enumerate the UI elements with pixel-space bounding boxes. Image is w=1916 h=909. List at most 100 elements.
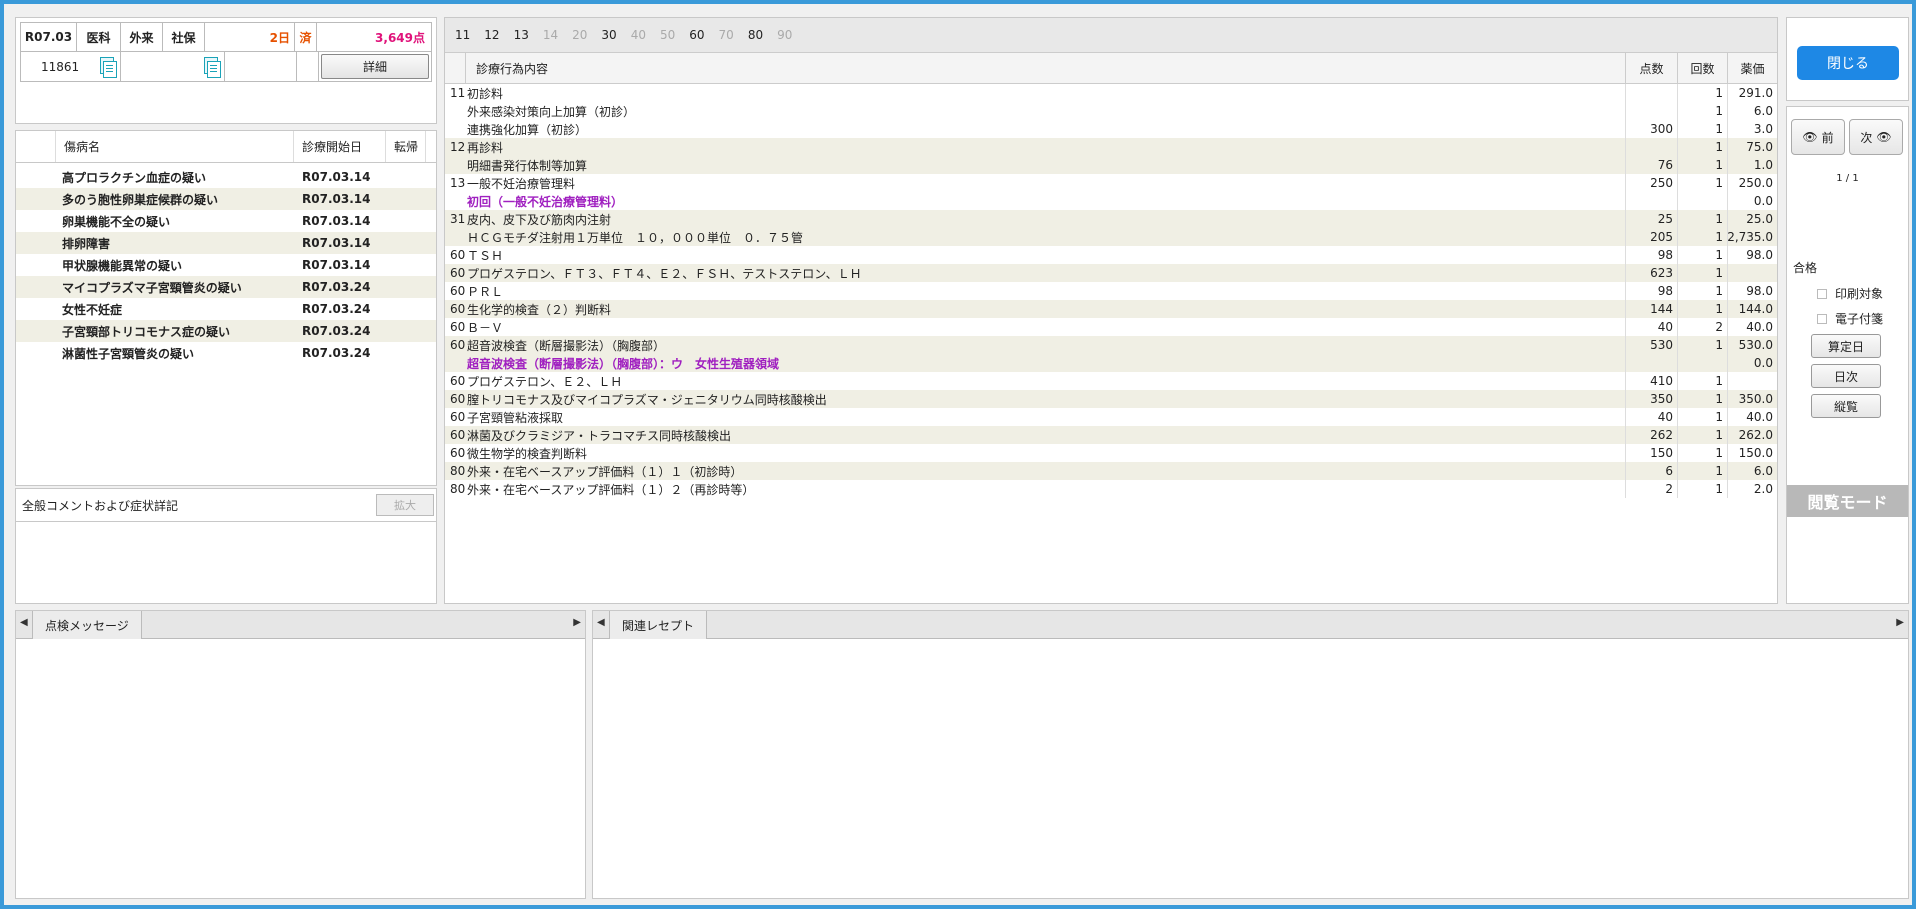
close-button[interactable]: 閉じる (1797, 46, 1899, 80)
app-frame: R07.03 医科 外来 社保 2日 済 3,649点 11861 詳細 傷病名… (4, 4, 1912, 905)
act-row[interactable]: 60 Ｂ－Ｖ 40 2 40.0 (445, 318, 1777, 336)
act-row[interactable]: 31 皮内、皮下及び筋肉内注射 25 1 25.0 (445, 210, 1777, 228)
act-points: 350 (1625, 390, 1677, 408)
days-count: 2日 (205, 23, 295, 51)
act-row[interactable]: 60 淋菌及びクラミジア・トラコマチス同時核酸検出 262 1 262.0 (445, 426, 1777, 444)
checkbox-icon[interactable] (1817, 288, 1827, 299)
disease-row[interactable]: 淋菌性子宮頸管炎の疑い R07.03.24 (16, 342, 436, 364)
act-row[interactable]: 60 ＰＲＬ 98 1 98.0 (445, 282, 1777, 300)
category-tab[interactable]: 60 (689, 28, 704, 42)
disease-row[interactable]: 高プロラクチン血症の疑い R07.03.14 (16, 166, 436, 188)
category-tab[interactable]: 14 (543, 28, 558, 42)
category-tab[interactable]: 70 (719, 28, 734, 42)
act-row[interactable]: 80 外来・在宅ベースアップ評価料（１）１（初診時） 6 1 6.0 (445, 462, 1777, 480)
act-points (1625, 354, 1677, 372)
disease-name: 排卵障害 (62, 236, 111, 251)
category-tab[interactable]: 12 (484, 28, 499, 42)
blank-cell (225, 52, 297, 81)
act-row[interactable]: ＨＣＧモチダ注射用１万単位 １０，０００単位 ０．７５管 205 1 2,735.0 (445, 228, 1777, 246)
document-icon[interactable] (202, 56, 221, 78)
act-code: 12 (450, 140, 466, 154)
act-row[interactable]: 60 膣トリコモナス及びマイコプラズマ・ジェニタリウム同時核酸検出 350 1 350.… (445, 390, 1777, 408)
arrow-left-icon[interactable]: ◀ (20, 617, 28, 628)
act-name: 子宮頸管粘液採取 (467, 410, 564, 425)
category-tab[interactable]: 11 (455, 28, 470, 42)
calc-day-button[interactable]: 算定日 (1811, 334, 1881, 358)
eye-icon: 👁 (1802, 130, 1818, 144)
print-target-checkbox[interactable]: 印刷対象 (1817, 285, 1883, 302)
category-tab[interactable]: 20 (572, 28, 587, 42)
electronic-attach-checkbox[interactable]: 電子付箋 (1817, 310, 1883, 327)
arrow-left-icon[interactable]: ◀ (597, 617, 605, 628)
act-drug-price: 250.0 (1727, 174, 1777, 192)
act-row[interactable]: 連携強化加算（初診） 300 1 3.0 (445, 120, 1777, 138)
category-tab[interactable]: 40 (631, 28, 646, 42)
disease-row[interactable]: 甲状腺機能異常の疑い R07.03.14 (16, 254, 436, 276)
act-drug-price: 0.0 (1727, 192, 1777, 210)
col-outcome[interactable]: 転帰 (386, 131, 426, 162)
col-disease-name[interactable]: 傷病名 (56, 131, 294, 162)
next-button[interactable]: 次 👁 (1849, 119, 1903, 155)
checkbox-icon[interactable] (1817, 313, 1827, 324)
act-drug-price: 291.0 (1727, 84, 1777, 102)
act-row[interactable]: 60 プロゲステロン、ＦＴ３、ＦＴ４、Ｅ２、ＦＳＨ、テストステロン、ＬＨ 623 1 (445, 264, 1777, 282)
receipt-date: R07.03 (21, 23, 77, 51)
disease-row[interactable]: 子宮頸部トリコモナス症の疑い R07.03.24 (16, 320, 436, 342)
act-code (445, 102, 467, 120)
col-content: 診療行為内容 (465, 53, 1625, 83)
category-tab[interactable]: 13 (514, 28, 529, 42)
disease-row[interactable]: 排卵障害 R07.03.14 (16, 232, 436, 254)
category-tab[interactable]: 80 (748, 28, 763, 42)
act-row[interactable]: 外来感染対策向上加算（初診） 1 6.0 (445, 102, 1777, 120)
act-points: 144 (1625, 300, 1677, 318)
act-points: 623 (1625, 264, 1677, 282)
act-row[interactable]: 13 一般不妊治療管理料 250 1 250.0 (445, 174, 1777, 192)
act-points (1625, 192, 1677, 210)
overview-button[interactable]: 縦覧 (1811, 394, 1881, 418)
detail-button[interactable]: 詳細 (321, 54, 429, 79)
arrow-right-icon[interactable]: ▶ (1896, 617, 1904, 628)
act-count: 1 (1677, 426, 1727, 444)
page-indicator: 1 / 1 (1836, 173, 1859, 184)
act-count: 1 (1677, 462, 1727, 480)
prev-button[interactable]: 👁 前 (1791, 119, 1845, 155)
expand-button[interactable]: 拡大 (376, 494, 434, 516)
document-icon[interactable] (98, 56, 117, 78)
disease-row[interactable]: 卵巣機能不全の疑い R07.03.14 (16, 210, 436, 232)
act-row[interactable]: 12 再診料 1 75.0 (445, 138, 1777, 156)
category-tab[interactable]: 30 (601, 28, 616, 42)
act-row[interactable]: 初回（一般不妊治療管理料） 0.0 (445, 192, 1777, 210)
disease-row[interactable]: 多のう胞性卵巣症候群の疑い R07.03.14 (16, 188, 436, 210)
tab-check-message[interactable]: 点検メッセージ (32, 611, 142, 639)
act-row[interactable]: 60 微生物学的検査判断料 150 1 150.0 (445, 444, 1777, 462)
act-drug-price (1727, 372, 1777, 390)
arrow-right-icon[interactable]: ▶ (573, 617, 581, 628)
act-row[interactable]: 超音波検査（断層撮影法）（胸腹部）：ウ 女性生殖器領域 0.0 (445, 354, 1777, 372)
tab-related-receipt[interactable]: 関連レセプト (609, 611, 708, 639)
act-name: 超音波検査（断層撮影法）（胸腹部）：ウ 女性生殖器領域 (467, 356, 780, 371)
act-count: 1 (1677, 408, 1727, 426)
act-row[interactable]: 60 超音波検査（断層撮影法）（胸腹部） 530 1 530.0 (445, 336, 1777, 354)
act-row[interactable]: 60 プロゲステロン、Ｅ２、ＬＨ 410 1 (445, 372, 1777, 390)
col-start-date[interactable]: 診療開始日 (294, 131, 386, 162)
act-code: 80 (450, 464, 466, 478)
disease-row[interactable]: 女性不妊症 R07.03.24 (16, 298, 436, 320)
act-row[interactable]: 60 ＴＳＨ 98 1 98.0 (445, 246, 1777, 264)
act-row[interactable]: 60 生化学的検査（２）判断料 144 1 144.0 (445, 300, 1777, 318)
category-tab[interactable]: 90 (777, 28, 792, 42)
act-row[interactable]: 80 外来・在宅ベースアップ評価料（１）２（再診時等） 2 1 2.0 (445, 480, 1777, 498)
daily-button[interactable]: 日次 (1811, 364, 1881, 388)
category-tab[interactable]: 50 (660, 28, 675, 42)
act-row[interactable]: 60 子宮頸管粘液採取 40 1 40.0 (445, 408, 1777, 426)
disease-list: 傷病名 診療開始日 転帰 高プロラクチン血症の疑い R07.03.14 多のう胞性卵… (15, 130, 437, 486)
act-row[interactable]: 11 初診料 1 291.0 (445, 84, 1777, 102)
act-drug-price: 6.0 (1727, 102, 1777, 120)
comment-textarea[interactable] (16, 521, 436, 603)
disease-row[interactable]: マイコプラズマ子宮頸管炎の疑い R07.03.24 (16, 276, 436, 298)
act-drug-price: 0.0 (1727, 354, 1777, 372)
dept-label: 医科 (77, 23, 121, 51)
act-row[interactable]: 明細書発行体制等加算 76 1 1.0 (445, 156, 1777, 174)
act-drug-price: 3.0 (1727, 120, 1777, 138)
act-count: 1 (1677, 282, 1727, 300)
col-count: 回数 (1677, 53, 1727, 83)
